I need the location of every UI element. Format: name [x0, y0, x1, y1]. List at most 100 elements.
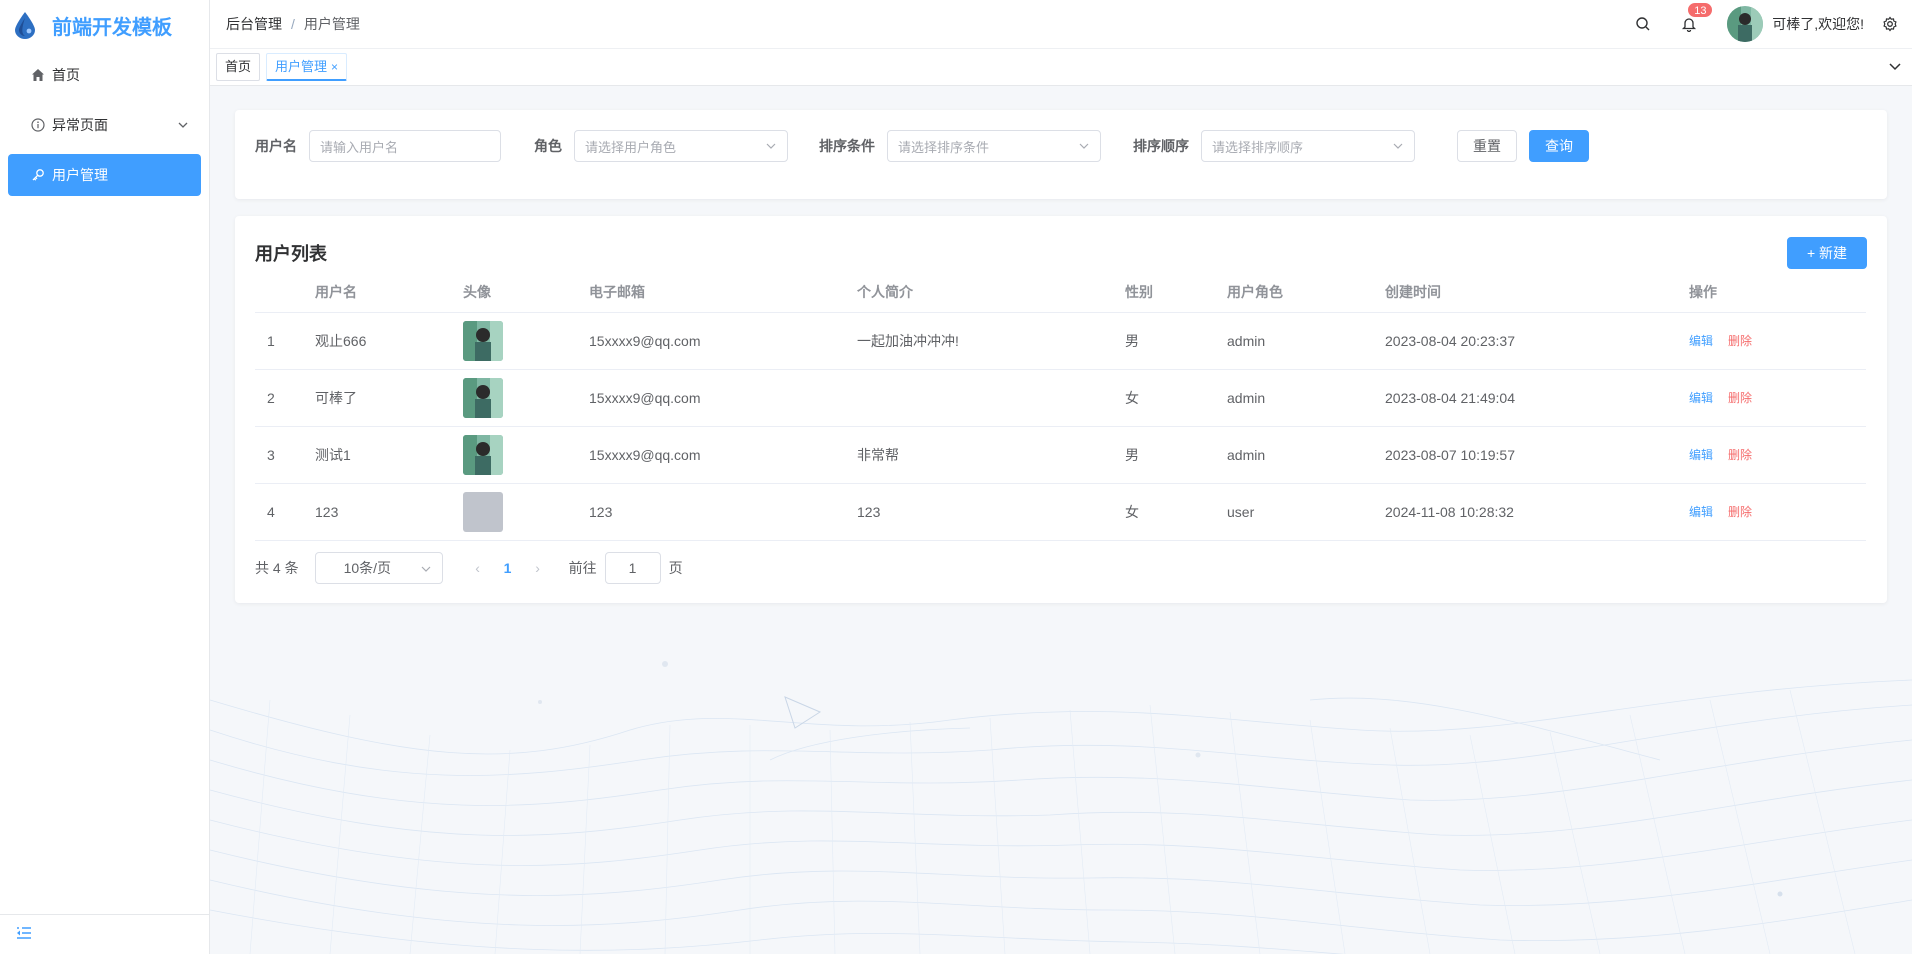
- sort-select-placeholder: 请选择排序条件: [898, 139, 990, 155]
- goto-suffix: 页: [668, 560, 683, 576]
- chevron-down-icon: [420, 562, 432, 578]
- tab-label: 用户管理: [275, 59, 328, 74]
- delete-button[interactable]: 删除: [1728, 448, 1752, 462]
- chevron-down-icon: [765, 140, 777, 155]
- info-circle-icon: [30, 117, 46, 133]
- row-index: 4: [255, 483, 315, 541]
- row-bio: 一起加油冲冲冲!: [857, 312, 1125, 370]
- role-label: 角色: [534, 138, 562, 154]
- sidebar-item-users[interactable]: 用户管理: [8, 154, 201, 196]
- welcome-text: 可棒了,欢迎您!: [1772, 16, 1864, 32]
- col-bio: 个人简介: [857, 272, 1125, 313]
- page-size-select[interactable]: 10条/页: [314, 552, 443, 584]
- username-input[interactable]: 请输入用户名: [309, 130, 501, 162]
- page-size-value: 10条/页: [343, 560, 392, 576]
- edit-button[interactable]: 编辑: [1689, 505, 1713, 519]
- col-created: 创建时间: [1385, 272, 1689, 313]
- role-select[interactable]: 请选择用户角色: [574, 130, 788, 162]
- breadcrumb-item-admin[interactable]: 后台管理: [226, 14, 282, 34]
- row-email: 15xxxx9@qq.com: [589, 369, 857, 427]
- avatar[interactable]: [463, 434, 503, 475]
- add-user-button[interactable]: + 新建: [1787, 237, 1867, 269]
- delete-button[interactable]: 删除: [1728, 334, 1752, 348]
- row-username: 可棒了: [315, 369, 463, 427]
- row-bio: 123: [857, 483, 1125, 541]
- tabs-menu-chevron-down-icon[interactable]: [1888, 59, 1902, 76]
- username-label: 用户名: [255, 138, 297, 154]
- order-select[interactable]: 请选择排序顺序: [1201, 130, 1415, 162]
- avatar[interactable]: [463, 377, 503, 418]
- sidebar-item-error-pages[interactable]: 异常页面: [8, 104, 201, 146]
- sidebar-footer: [0, 914, 209, 954]
- notification-badge: 13: [1687, 2, 1714, 18]
- pagination: 共 4 条 10条/页 ‹ 1 › 前往 1 页: [255, 552, 683, 584]
- row-avatar-cell: [463, 483, 589, 541]
- row-username: 测试1: [315, 426, 463, 484]
- row-index: 3: [255, 426, 315, 484]
- notification-bell-icon[interactable]: 13: [1679, 2, 1714, 34]
- query-button[interactable]: 查询: [1529, 130, 1589, 162]
- col-avatar: 头像: [463, 272, 589, 313]
- search-card: 用户名 请输入用户名 角色 请选择用户角色 排序条件 请选择排序条件 排序顺序 …: [235, 110, 1887, 199]
- col-actions: 操作: [1689, 272, 1866, 313]
- row-created: 2024-11-08 10:28:32: [1385, 483, 1689, 541]
- list-title: 用户列表: [255, 244, 327, 264]
- row-gender: 男: [1125, 426, 1227, 484]
- sort-filter: 排序条件 请选择排序条件: [819, 130, 1101, 162]
- role-filter: 角色 请选择用户角色: [534, 130, 788, 162]
- close-icon[interactable]: ×: [331, 60, 338, 74]
- pagination-total: 共 4 条: [255, 560, 299, 576]
- user-menu[interactable]: 可棒了,欢迎您!: [1727, 6, 1864, 42]
- top-header: 后台管理 / 用户管理 13 可棒了,欢迎您!: [210, 0, 1912, 48]
- row-actions: 编辑 删除: [1689, 483, 1866, 541]
- avatar-placeholder[interactable]: [463, 491, 503, 532]
- sidebar-item-home[interactable]: 首页: [8, 54, 201, 96]
- edit-button[interactable]: 编辑: [1689, 448, 1713, 462]
- reset-button[interactable]: 重置: [1457, 130, 1517, 162]
- tabs-bar: 首页 用户管理 ×: [210, 48, 1912, 86]
- row-gender: 男: [1125, 312, 1227, 370]
- sort-label: 排序条件: [819, 138, 875, 154]
- tab-label: 首页: [225, 59, 252, 74]
- delete-button[interactable]: 删除: [1728, 505, 1752, 519]
- row-created: 2023-08-04 20:23:37: [1385, 312, 1689, 370]
- delete-button[interactable]: 删除: [1728, 391, 1752, 405]
- avatar: [1727, 6, 1764, 42]
- collapse-menu-icon[interactable]: [16, 926, 32, 943]
- sort-select[interactable]: 请选择排序条件: [887, 130, 1101, 162]
- chevron-down-icon: [177, 118, 189, 134]
- row-index: 1: [255, 312, 315, 370]
- row-avatar-cell: [463, 369, 589, 427]
- user-list-card: 用户列表 + 新建 用户名 头像 电子邮箱 个人简介 性别 用户角色 创建时间 …: [235, 216, 1887, 603]
- row-gender: 女: [1125, 483, 1227, 541]
- table-row: 3 测试1 15xxxx9@qq.com 非常帮 男 admin 2023-08…: [255, 426, 1866, 484]
- edit-button[interactable]: 编辑: [1689, 391, 1713, 405]
- row-email: 123: [589, 483, 857, 541]
- col-index: [255, 272, 315, 313]
- avatar[interactable]: [463, 320, 503, 361]
- row-avatar-cell: [463, 312, 589, 370]
- row-username: 观止666: [315, 312, 463, 370]
- prev-page-chevron-left-icon[interactable]: ‹: [463, 560, 493, 576]
- tab-home[interactable]: 首页: [216, 53, 261, 81]
- order-filter: 排序顺序 请选择排序顺序: [1133, 130, 1415, 162]
- edit-button[interactable]: 编辑: [1689, 334, 1713, 348]
- gear-icon[interactable]: [1880, 14, 1900, 34]
- row-bio: 非常帮: [857, 426, 1125, 484]
- sidebar-item-label: 首页: [52, 67, 80, 83]
- page-number[interactable]: 1: [493, 560, 523, 576]
- table-row: 1 观止666 15xxxx9@qq.com 一起加油冲冲冲! 男 admin …: [255, 312, 1866, 370]
- goto-page-input[interactable]: 1: [604, 552, 661, 584]
- home-icon: [30, 67, 46, 83]
- tab-users[interactable]: 用户管理 ×: [266, 53, 348, 81]
- logo[interactable]: 前端开发模板: [0, 0, 209, 50]
- header-right: 13 可棒了,欢迎您!: [1633, 0, 1912, 48]
- next-page-chevron-right-icon[interactable]: ›: [523, 560, 553, 576]
- row-avatar-cell: [463, 426, 589, 484]
- key-icon: [30, 167, 46, 183]
- row-username: 123: [315, 483, 463, 541]
- sidebar-item-label: 用户管理: [52, 167, 108, 183]
- search-icon[interactable]: [1633, 14, 1653, 34]
- row-actions: 编辑 删除: [1689, 369, 1866, 427]
- goto-label: 前往: [568, 560, 597, 576]
